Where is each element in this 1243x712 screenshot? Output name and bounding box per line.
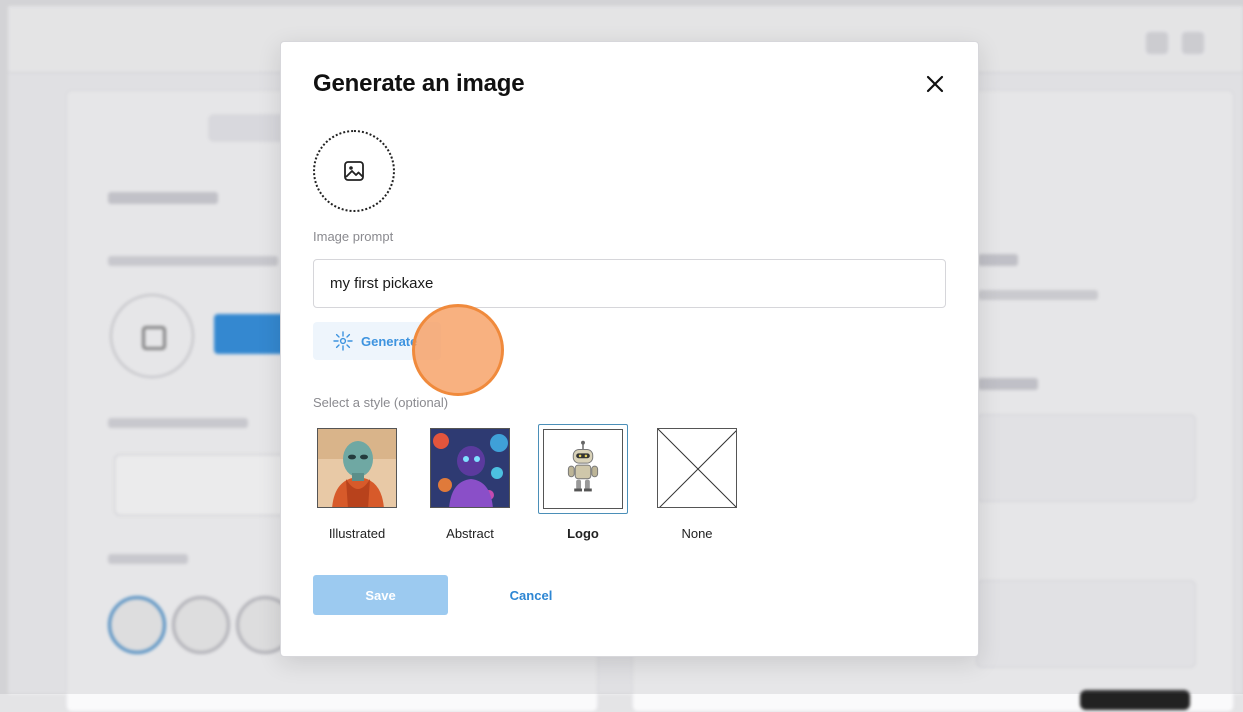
logo-thumbnail bbox=[543, 429, 623, 509]
style-option-none[interactable]: None bbox=[649, 428, 745, 546]
style-label: Select a style (optional) bbox=[313, 395, 449, 410]
style-option-illustrated[interactable]: Illustrated bbox=[309, 428, 405, 546]
style-name: Abstract bbox=[446, 526, 494, 541]
click-indicator bbox=[412, 304, 504, 396]
illustrated-thumbnail bbox=[317, 428, 397, 508]
save-button[interactable]: Save bbox=[313, 575, 448, 615]
style-option-logo[interactable]: Logo bbox=[538, 424, 634, 546]
none-thumbnail bbox=[657, 428, 737, 508]
image-icon bbox=[344, 161, 364, 181]
image-prompt-label: Image prompt bbox=[313, 229, 394, 244]
image-prompt-input[interactable] bbox=[313, 259, 946, 308]
generate-image-dialog: Generate an image Image prompt Generate … bbox=[280, 41, 979, 657]
close-button[interactable] bbox=[921, 70, 949, 98]
image-placeholder[interactable] bbox=[313, 130, 395, 212]
sparkle-icon bbox=[333, 331, 353, 351]
abstract-thumbnail bbox=[430, 428, 510, 508]
close-icon bbox=[926, 75, 944, 93]
dialog-title: Generate an image bbox=[313, 70, 525, 97]
style-option-abstract[interactable]: Abstract bbox=[422, 428, 518, 546]
style-name: None bbox=[681, 526, 713, 541]
style-name: Illustrated bbox=[328, 526, 386, 541]
style-name: Logo bbox=[567, 526, 599, 541]
cancel-button[interactable]: Cancel bbox=[471, 575, 591, 615]
generate-label: Generate bbox=[361, 333, 418, 349]
